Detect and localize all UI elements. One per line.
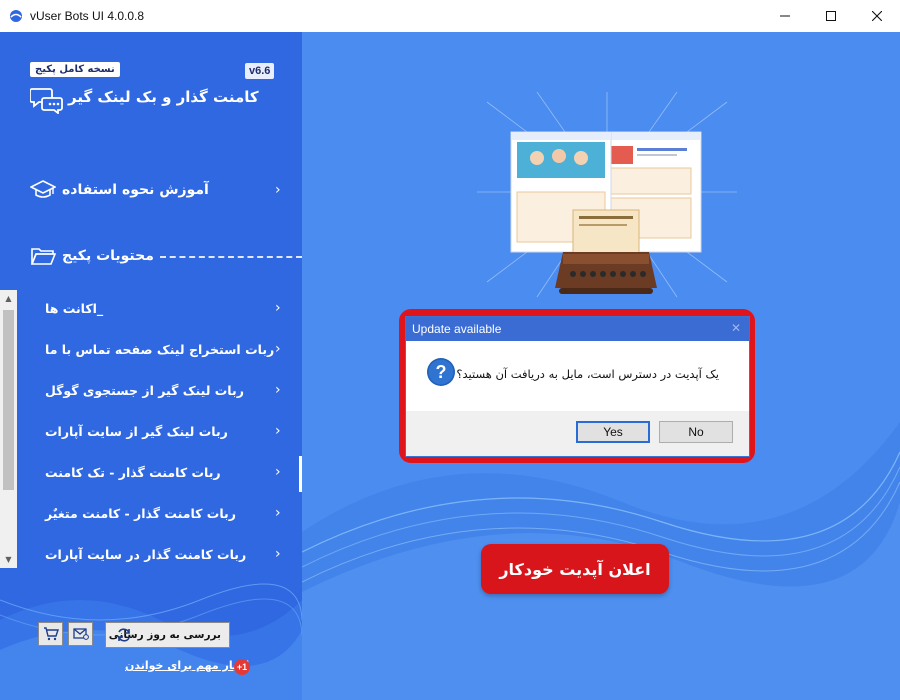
sidebar-item-single-commenter[interactable]: ربات کامنت گذار - تک کامنت ›: [17, 454, 302, 494]
chevron-right-icon: ›: [275, 505, 281, 521]
maximize-button[interactable]: [808, 0, 854, 32]
scroll-up-arrow-icon[interactable]: ▲: [0, 290, 17, 307]
commenter-illustration: [477, 92, 737, 298]
tutorial-item[interactable]: آموزش نحوه استفاده ›: [0, 176, 302, 204]
close-button[interactable]: [854, 0, 900, 32]
sidebar-item-variable-commenter[interactable]: ربات کامنت گذار - کامنت متغیٌر ›: [17, 495, 302, 535]
news-link[interactable]: اخبار مهم برای خواندن: [125, 659, 249, 672]
package-contents-label: محتویات پکیج: [62, 248, 154, 264]
app-icon: [10, 10, 22, 22]
auto-update-banner: اعلان آپدیت خودکار: [481, 544, 669, 594]
tutorial-label: آموزش نحوه استفاده: [62, 182, 209, 198]
dialog-message: یک آپدیت در دسترس است، مایل به دریافت آن…: [456, 367, 719, 381]
dialog-title-bar: Update available ✕: [406, 317, 749, 341]
sidebar-item-label: _اکانت ها: [45, 301, 104, 316]
sidebar-item-accounts[interactable]: _اکانت ها ›: [17, 290, 302, 330]
minimize-button[interactable]: [762, 0, 808, 32]
email-button[interactable]: [68, 622, 93, 646]
minimize-icon: [780, 15, 790, 17]
sidebar-scrollbar[interactable]: ▲ ▼: [0, 290, 17, 568]
title-bar: vUser Bots UI 4.0.0.8: [0, 0, 900, 32]
package-contents-header: محتویات پکیج: [30, 244, 302, 268]
chevron-right-icon: ›: [275, 423, 281, 439]
dialog-body: ? یک آپدیت در دسترس است، مایل به دریافت …: [406, 341, 749, 411]
chevron-right-icon: ›: [275, 464, 281, 480]
dialog-title: Update available: [412, 322, 502, 336]
window-title: vUser Bots UI 4.0.0.8: [30, 9, 145, 23]
sidebar-item-aparat-commenter[interactable]: ربات کامنت گذار در سایت آپارات ›: [17, 536, 302, 576]
sidebar-item-aparat-link-grabber[interactable]: ربات لینک گیر از سایت آپارات ›: [17, 413, 302, 453]
edition-badge: نسخه کامل پکیج: [30, 62, 120, 77]
email-icon: [72, 628, 89, 640]
graduation-cap-icon: [30, 180, 56, 198]
maximize-icon: [826, 11, 836, 21]
sidebar-item-label: ربات کامنت گذار - کامنت متغیٌر: [45, 506, 236, 521]
no-button[interactable]: No: [659, 421, 733, 443]
news-count-badge: +1: [234, 659, 250, 675]
refresh-icon: [118, 628, 130, 642]
chevron-right-icon: ›: [275, 182, 281, 198]
app-name: کامنت گذار و بک لینک گیر: [68, 88, 259, 106]
chevron-right-icon: ›: [275, 382, 281, 398]
cart-button[interactable]: [38, 622, 63, 646]
sidebar-item-label: ربات لینک گیر از سایت آپارات: [45, 424, 228, 439]
svg-text:?: ?: [436, 362, 447, 382]
scroll-thumb[interactable]: [3, 310, 14, 490]
question-icon: ?: [427, 358, 455, 386]
sidebar-item-contact-link-extractor[interactable]: ربات استخراج لینک صفحه تماس با ما ›: [17, 331, 302, 371]
sidebar: نسخه کامل پکیج v6.6 کامنت گذار و بک لینک…: [0, 32, 302, 700]
close-icon: [872, 11, 882, 21]
sidebar-item-label: ربات کامنت گذار - تک کامنت: [45, 465, 221, 480]
sidebar-item-google-link-grabber[interactable]: ربات لینک گیر از جستجوی گوگل ›: [17, 372, 302, 412]
chevron-right-icon: ›: [275, 546, 281, 562]
dialog-close-icon[interactable]: ✕: [731, 321, 741, 335]
yes-button[interactable]: Yes: [576, 421, 650, 443]
sidebar-item-label: ربات لینک گیر از جستجوی گوگل: [45, 383, 244, 398]
sidebar-item-label: ربات کامنت گذار در سایت آپارات: [45, 547, 247, 562]
update-dialog: Update available ✕ ? یک آپدیت در دسترس ا…: [405, 316, 750, 457]
sidebar-item-label: ربات استخراج لینک صفحه تماس با ما: [45, 342, 275, 357]
folder-icon: [30, 248, 56, 265]
chat-bubbles-icon: [30, 88, 63, 114]
scroll-down-arrow-icon[interactable]: ▼: [0, 551, 17, 568]
version-badge: v6.6: [245, 63, 275, 79]
cart-icon: [43, 627, 59, 641]
main-panel: Update available ✕ ? یک آپدیت در دسترس ا…: [302, 32, 900, 700]
check-updates-button[interactable]: بررسی به روز رسانی: [105, 622, 230, 648]
chevron-right-icon: ›: [275, 300, 281, 316]
dashed-divider: [159, 256, 302, 258]
chevron-right-icon: ›: [275, 341, 281, 357]
dialog-footer: Yes No: [406, 411, 749, 456]
